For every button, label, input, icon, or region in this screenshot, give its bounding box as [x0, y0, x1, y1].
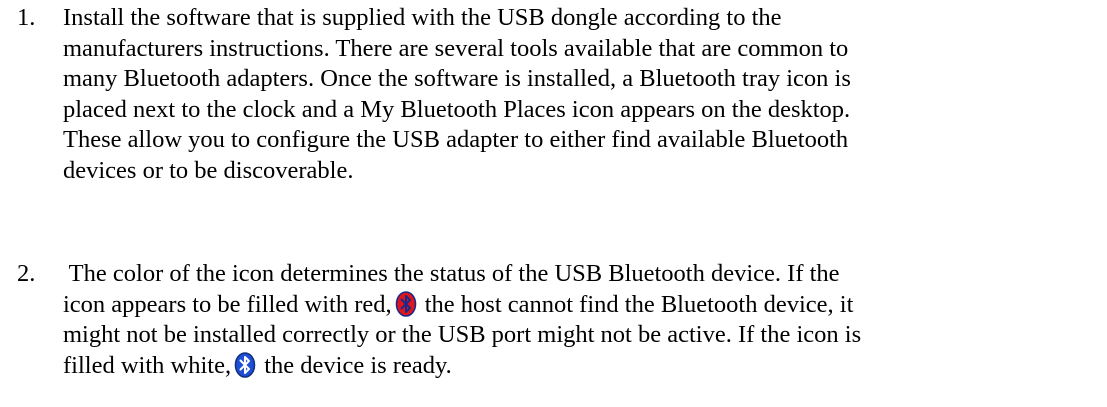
- list-item-text: Install the software that is supplied wi…: [63, 3, 1103, 186]
- bluetooth-white-icon-svg: [234, 351, 256, 378]
- bluetooth-red-icon-svg: [395, 290, 416, 317]
- list-number: 1.: [17, 4, 36, 31]
- text-line: devices or to be discoverable.: [63, 156, 354, 184]
- text-line: icon appears to be filled with red, the …: [63, 290, 1103, 321]
- text-line: might not be installed correctly or the …: [63, 321, 862, 348]
- list-item-text: The color of the icon determines the sta…: [63, 259, 1103, 381]
- bluetooth-red-icon: [395, 290, 417, 317]
- text-line: The color of the icon determines the sta…: [63, 260, 840, 287]
- text-segment: the device is ready.: [258, 351, 452, 379]
- text-line: Install the software that is supplied wi…: [63, 4, 782, 31]
- list-number: 2.: [17, 260, 36, 287]
- text-segment: the host cannot find the Bluetooth devic…: [418, 290, 854, 318]
- text-line: These allow you to configure the USB ada…: [63, 126, 849, 153]
- text-line: filled with white, the device is ready.: [63, 351, 1103, 382]
- document-page: 1. Install the software that is supplied…: [0, 0, 1107, 407]
- text-line: manufacturers instructions. There are se…: [63, 34, 849, 62]
- text-line: placed next to the clock and a My Blueto…: [63, 95, 851, 123]
- text-segment: icon appears to be filled with red,: [63, 290, 392, 318]
- text-line: many Bluetooth adapters. Once the softwa…: [63, 65, 851, 92]
- text-segment: filled with white,: [63, 351, 232, 379]
- bluetooth-white-icon: [234, 351, 256, 378]
